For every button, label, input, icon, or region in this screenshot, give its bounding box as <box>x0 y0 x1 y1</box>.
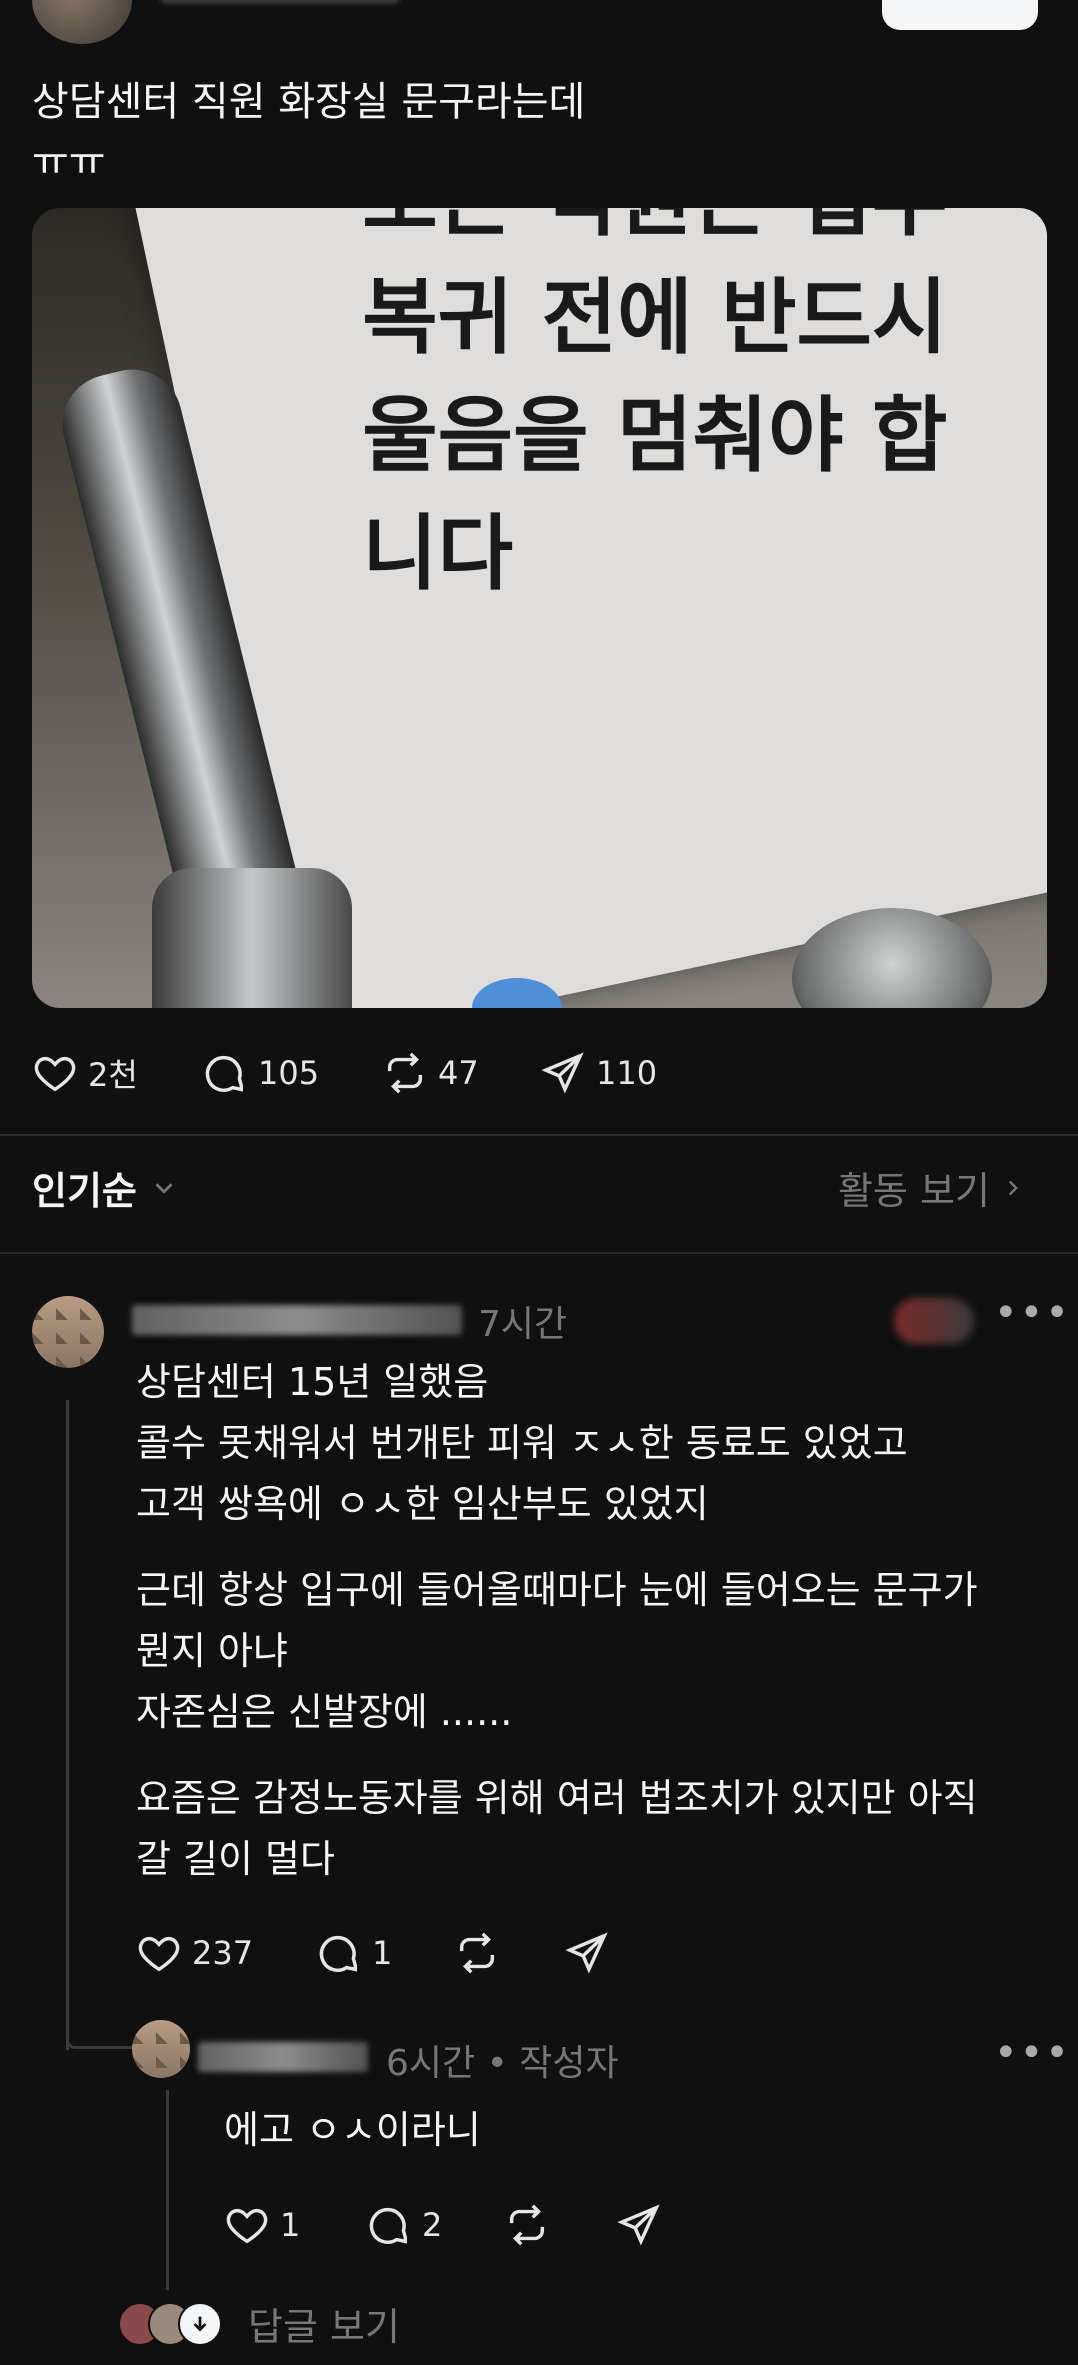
sort-label: 인기순 <box>32 1169 137 1213</box>
comment-icon <box>369 2207 408 2244</box>
comment-time: 7시간 <box>478 1304 568 1345</box>
comment-like-button[interactable]: 237 <box>136 1930 253 1976</box>
sort-dropdown[interactable]: 인기순 <box>32 1160 179 1215</box>
more-options-icon[interactable]: ••• <box>994 2030 1071 2076</box>
chevron-right-icon <box>1008 1180 1018 1195</box>
reply-like-button[interactable]: 1 <box>224 2202 300 2248</box>
sign-text: 모든 직원은 업무 복귀 전에 반드시 울음을 멈춰야 합니다 <box>362 208 948 602</box>
commenter-badge-blurred <box>894 1298 974 1344</box>
repost-count: 47 <box>438 1054 479 1092</box>
repost-icon <box>459 1932 495 1974</box>
author-name-blurred <box>160 0 400 4</box>
follow-button[interactable] <box>882 0 1038 30</box>
heart-icon <box>138 1936 180 1972</box>
reply-text: 에고 ㅇㅅ이라니 <box>224 2108 481 2152</box>
comment-repost-button[interactable] <box>454 1930 500 1976</box>
comment-icon <box>205 1055 244 1092</box>
view-activity-label: 활동 보기 <box>838 1169 990 1213</box>
send-icon <box>541 1052 584 1094</box>
post-text: 상담센터 직원 화장실 문구라는데 ㅠㅠ <box>32 79 586 185</box>
repost-button[interactable]: 47 <box>382 1050 479 1096</box>
reply-repost-button[interactable] <box>504 2202 550 2248</box>
heart-icon <box>34 1056 76 1092</box>
comment-reply-count: 1 <box>372 1934 393 1972</box>
post-image[interactable]: 모든 직원은 업무 복귀 전에 반드시 울음을 멈춰야 합니다 <box>32 208 1047 1008</box>
reply-reply-count: 2 <box>422 2206 443 2244</box>
share-button[interactable]: 110 <box>540 1050 657 1096</box>
heart-icon <box>226 2208 268 2244</box>
reply-reply-button[interactable]: 2 <box>366 2202 442 2248</box>
thread-line <box>166 2090 169 2290</box>
author-avatar[interactable] <box>32 0 132 44</box>
share-count: 110 <box>596 1054 658 1092</box>
divider <box>0 1134 1078 1136</box>
view-activity-link[interactable]: 활동 보기 <box>838 1160 1026 1215</box>
like-count: 2천 <box>88 1056 138 1094</box>
download-circle-icon <box>178 2301 222 2346</box>
view-replies-row[interactable]: 답글 보기 <box>118 2296 400 2351</box>
commenter-name-blurred[interactable] <box>132 1305 462 1335</box>
commenter-avatar[interactable] <box>32 1296 104 1368</box>
chevron-down-icon <box>155 1182 173 1194</box>
view-replies-label: 답글 보기 <box>248 2305 400 2349</box>
comment-reply-button[interactable]: 1 <box>316 1930 392 1976</box>
reply-time: 6시간 • 작성자 <box>386 2043 619 2084</box>
more-options-icon[interactable]: ••• <box>994 1290 1071 1336</box>
reply-like-count: 1 <box>280 2206 301 2244</box>
repost-icon <box>509 2204 545 2246</box>
comment-paragraph: 상담센터 15년 일했음 콜수 못채워서 번개탄 피워 ㅈㅅ한 동료도 있었고 … <box>136 1360 908 1526</box>
faucet-base <box>152 868 352 1008</box>
reply-share-button[interactable] <box>616 2202 662 2248</box>
divider <box>0 1252 1078 1254</box>
repost-icon <box>387 1052 423 1094</box>
send-icon <box>565 1932 608 1974</box>
comment-like-count: 237 <box>192 1934 254 1972</box>
comment-count: 105 <box>258 1054 320 1092</box>
like-button[interactable]: 2천 <box>32 1050 138 1096</box>
comment-share-button[interactable] <box>564 1930 610 1976</box>
reply-author-avatar[interactable] <box>132 2020 190 2078</box>
comment-button[interactable]: 105 <box>202 1050 319 1096</box>
comment-paragraph: 요즘은 감정노동자를 위해 여러 법조치가 있지만 아직 갈 길이 멀다 <box>136 1776 978 1881</box>
thread-line <box>66 1400 69 2050</box>
comment-paragraph: 근데 항상 입구에 들어올때마다 눈에 들어오는 문구가 뭔지 아냐 자존심은 … <box>136 1568 978 1734</box>
send-icon <box>617 2204 660 2246</box>
comment-icon <box>319 1935 358 1972</box>
reply-author-name-blurred[interactable] <box>198 2042 368 2072</box>
